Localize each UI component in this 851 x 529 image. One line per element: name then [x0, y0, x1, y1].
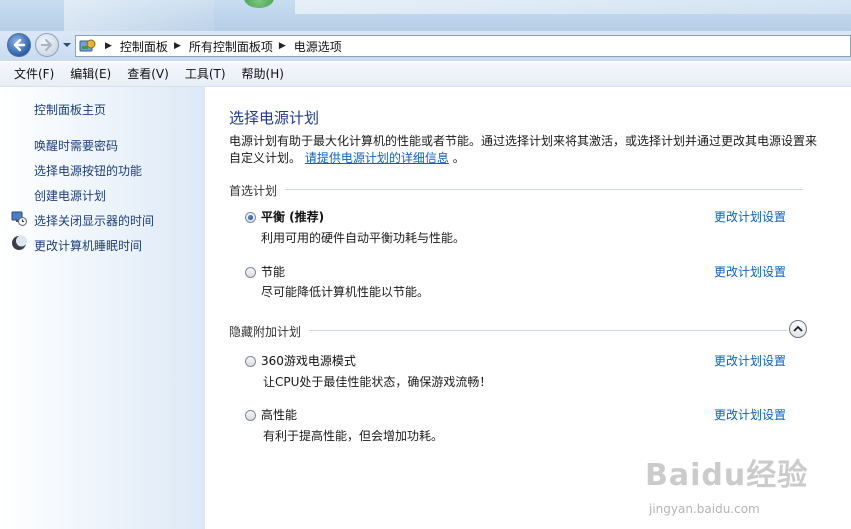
- chevron-right-icon: ▶: [278, 41, 286, 51]
- power-plan-details-link[interactable]: 请提供电源计划的详细信息: [305, 151, 449, 165]
- change-plan-settings-link[interactable]: 更改计划设置: [714, 352, 786, 369]
- section-divider: [309, 330, 787, 331]
- watermark-site: jingyan.baidu.com: [649, 502, 760, 516]
- plan-radio-balanced[interactable]: [245, 212, 256, 223]
- plan-desc-power-saver: 尽可能降低计算机性能以节能。: [261, 285, 430, 299]
- background-blur: [295, 0, 851, 14]
- page-description: 电源计划有助于最大化计算机的性能或者节能。通过选择计划来将其激活，或选择计划并通…: [229, 133, 819, 167]
- page-title: 选择电源计划: [229, 109, 320, 127]
- menu-view[interactable]: 查看(V): [119, 62, 177, 86]
- control-panel-icon: [79, 39, 96, 52]
- display-clock-icon: [11, 211, 27, 226]
- chevron-right-icon: ▶: [105, 41, 112, 51]
- forward-button[interactable]: [35, 33, 59, 57]
- create-power-plan-link[interactable]: 创建电源计划: [34, 187, 106, 204]
- change-plan-settings-link[interactable]: 更改计划设置: [714, 263, 786, 280]
- window-titlebar: [0, 0, 851, 32]
- breadcrumb-item[interactable]: 控制面板: [120, 38, 168, 55]
- plan-name-balanced[interactable]: 平衡 (推荐): [261, 208, 324, 225]
- chevron-up-icon: [793, 325, 803, 332]
- menu-file[interactable]: 文件(F): [0, 62, 62, 86]
- left-task-pane: 控制面板主页 唤醒时需要密码 选择电源按钮的功能 创建电源计划 选择关闭显示器的…: [0, 87, 205, 529]
- menu-tools[interactable]: 工具(T): [177, 62, 234, 86]
- hidden-plans-header: 隐藏附加计划: [229, 325, 302, 339]
- plan-desc-360-gaming: 让CPU处于最佳性能状态，确保游戏流畅！: [263, 375, 492, 389]
- control-panel-home-link[interactable]: 控制面板主页: [34, 101, 106, 118]
- preferred-plans-header: 首选计划: [229, 184, 278, 198]
- section-divider: [285, 189, 803, 190]
- chevron-right-icon: ▶: [173, 41, 181, 51]
- breadcrumb-item[interactable]: 所有控制面板项: [189, 38, 273, 55]
- plan-desc-balanced: 利用可用的硬件自动平衡功耗与性能。: [261, 231, 466, 245]
- breadcrumb-item[interactable]: 电源选项: [294, 38, 342, 55]
- recent-pages-dropdown-icon[interactable]: [62, 40, 72, 50]
- change-plan-settings-link[interactable]: 更改计划设置: [714, 208, 786, 225]
- address-bar[interactable]: ▶ 控制面板 ▶ 所有控制面板项 ▶ 电源选项: [75, 35, 851, 57]
- menu-bar: 文件(F) 编辑(E) 查看(V) 工具(T) 帮助(H): [0, 62, 851, 87]
- description-end: 。: [452, 151, 465, 165]
- collapse-hidden-plans-button[interactable]: [789, 320, 807, 338]
- watermark: Baidu经验 jingyan.baidu.com: [645, 450, 845, 524]
- menu-edit[interactable]: 编辑(E): [62, 62, 119, 86]
- plan-radio-360-gaming[interactable]: [245, 356, 256, 367]
- navigation-bar: ▶ 控制面板 ▶ 所有控制面板项 ▶ 电源选项: [0, 31, 851, 61]
- require-password-on-wakeup-link[interactable]: 唤醒时需要密码: [34, 137, 118, 154]
- turn-off-display-time-link[interactable]: 选择关闭显示器的时间: [34, 212, 154, 229]
- watermark-logo: Baidu经验: [645, 458, 809, 493]
- power-button-function-link[interactable]: 选择电源按钮的功能: [34, 162, 142, 179]
- change-plan-settings-link[interactable]: 更改计划设置: [714, 406, 786, 423]
- plan-name-high-performance[interactable]: 高性能: [261, 406, 297, 423]
- sleep-moon-icon: [12, 235, 27, 250]
- background-blur: [64, 0, 214, 32]
- change-sleep-time-link[interactable]: 更改计算机睡眠时间: [34, 237, 142, 254]
- background-blur: [244, 0, 274, 8]
- plan-radio-high-performance[interactable]: [245, 410, 256, 421]
- plan-desc-high-performance: 有利于提高性能，但会增加功耗。: [263, 429, 444, 443]
- back-button[interactable]: [7, 33, 31, 57]
- plan-radio-power-saver[interactable]: [245, 267, 256, 278]
- arrow-left-icon: [13, 38, 26, 52]
- arrow-right-icon: [40, 38, 53, 52]
- plan-name-power-saver[interactable]: 节能: [261, 263, 285, 280]
- menu-help[interactable]: 帮助(H): [234, 62, 292, 86]
- plan-name-360-gaming[interactable]: 360游戏电源模式: [261, 352, 356, 369]
